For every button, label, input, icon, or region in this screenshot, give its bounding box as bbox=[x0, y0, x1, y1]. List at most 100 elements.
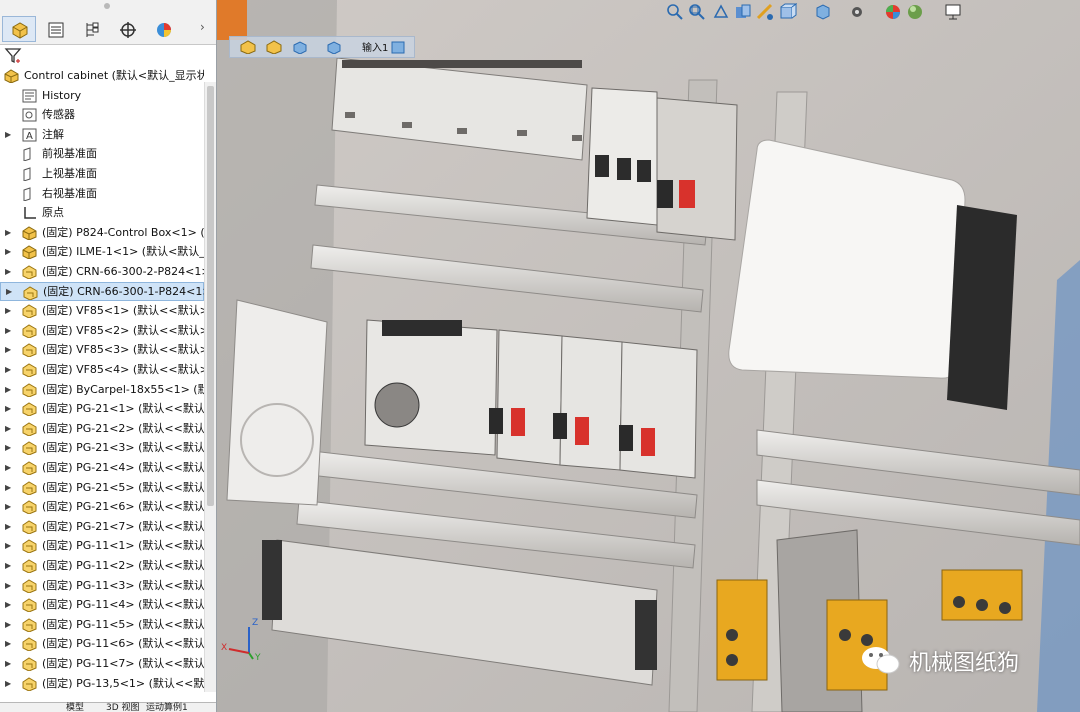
tree-item[interactable]: ▶ (固定) PG-21<6> (默认<<默认> bbox=[0, 497, 204, 517]
edit-appearance-icon[interactable] bbox=[883, 2, 905, 24]
expand-arrow-icon[interactable]: ▶ bbox=[5, 478, 11, 498]
expand-arrow-icon[interactable]: ▶ bbox=[5, 438, 11, 458]
expand-arrow-icon[interactable]: ▶ bbox=[5, 634, 11, 654]
view-settings-icon[interactable] bbox=[943, 2, 965, 24]
expand-arrow-icon[interactable]: ▶ bbox=[5, 458, 11, 478]
expand-arrow-icon[interactable]: ▶ bbox=[6, 283, 12, 301]
tree-item[interactable]: ▶ (固定) VF85<4> (默认<<默认>_ bbox=[0, 360, 204, 380]
expand-arrow-icon[interactable]: ▶ bbox=[5, 321, 11, 341]
expand-arrow-icon[interactable]: ▶ bbox=[5, 576, 11, 596]
tree-item[interactable]: ▶ (固定) ILME-1<1> (默认<默认_显 bbox=[0, 242, 204, 262]
tree-item[interactable]: Control cabinet (默认<默认_显示状 bbox=[0, 66, 204, 86]
tree-item[interactable]: 原点 bbox=[0, 203, 204, 223]
expand-arrow-icon[interactable]: ▶ bbox=[5, 497, 11, 517]
tree-item[interactable]: ▶ (固定) PG-11<7> (默认<<默认> bbox=[0, 654, 204, 674]
display-manager-tab[interactable] bbox=[146, 16, 180, 42]
dimxpert-tab[interactable] bbox=[110, 16, 144, 42]
tree-item[interactable]: History bbox=[0, 86, 204, 106]
tree-item[interactable]: ▶ (固定) PG-21<7> (默认<<默认> bbox=[0, 517, 204, 537]
tabs-more-arrow[interactable]: › bbox=[200, 20, 205, 34]
sketch-icon[interactable] bbox=[390, 40, 406, 54]
expand-arrow-icon[interactable]: ▶ bbox=[5, 595, 11, 615]
tree-item[interactable]: ▶ (固定) PG-11<1> (默认<<默认> bbox=[0, 536, 204, 556]
tree-item[interactable]: 上视基准面 bbox=[0, 164, 204, 184]
part-body-icon[interactable] bbox=[292, 40, 308, 54]
scene-icon[interactable] bbox=[905, 2, 927, 24]
hide-show-icon[interactable] bbox=[847, 2, 869, 24]
expand-arrow-icon[interactable]: ▶ bbox=[5, 654, 11, 674]
tree-item[interactable]: ▶ (固定) PG-21<5> (默认<<默认> bbox=[0, 478, 204, 498]
bottom-tab[interactable]: 运动算例1 bbox=[146, 703, 188, 712]
feature-tree: Control cabinet (默认<默认_显示状 History 传感器 ▶ A 注解… bbox=[0, 66, 204, 712]
tree-item[interactable]: ▶ (固定) PG-21<2> (默认<<默认> bbox=[0, 419, 204, 439]
expand-arrow-icon[interactable]: ▶ bbox=[5, 399, 11, 419]
tree-item[interactable]: ▶ A 注解 bbox=[0, 125, 204, 145]
tree-item[interactable]: ▶ (固定) VF85<2> (默认<<默认>_ bbox=[0, 321, 204, 341]
expand-arrow-icon[interactable]: ▶ bbox=[5, 262, 11, 282]
zoom-to-fit-icon[interactable] bbox=[665, 2, 687, 24]
tree-item[interactable]: ▶ (固定) PG-21<1> (默认<<默认> bbox=[0, 399, 204, 419]
tree-item[interactable]: 前视基准面 bbox=[0, 144, 204, 164]
tree-item[interactable]: 传感器 bbox=[0, 105, 204, 125]
expand-arrow-icon[interactable]: ▶ bbox=[5, 419, 11, 439]
mcb-group bbox=[489, 329, 698, 479]
dynamic-annotation-icon[interactable] bbox=[755, 2, 777, 24]
panel-grip[interactable] bbox=[0, 0, 216, 14]
expand-arrow-icon[interactable]: ▶ bbox=[5, 380, 11, 400]
tree-item[interactable]: 右视基准面 bbox=[0, 184, 204, 204]
display-style-icon[interactable] bbox=[813, 2, 835, 24]
part-icon[interactable] bbox=[266, 40, 282, 54]
expand-arrow-icon[interactable]: ▶ bbox=[5, 301, 11, 321]
bottom-tabs: 模型 3D 视图 运动算例1 bbox=[0, 702, 216, 712]
tree-item[interactable]: ▶ (固定) CRN-66-300-2-P824<1> bbox=[0, 262, 204, 282]
wechat-icon bbox=[862, 647, 900, 674]
tree-item-label: History bbox=[42, 88, 82, 102]
zoom-area-icon[interactable] bbox=[687, 2, 709, 24]
expand-arrow-icon[interactable]: ▶ bbox=[5, 536, 11, 556]
tree-item[interactable]: ▶ (固定) CRN-66-300-1-P824<1> bbox=[0, 281, 204, 302]
tree-item[interactable]: ▶ (固定) PG-11<2> (默认<<默认> bbox=[0, 556, 204, 576]
expand-arrow-icon[interactable]: ▶ bbox=[5, 242, 11, 262]
bottom-tab[interactable]: 3D 视图 bbox=[106, 703, 140, 712]
bottom-tab[interactable]: 模型 bbox=[66, 703, 84, 712]
control-cabinet-model[interactable] bbox=[217, 0, 1080, 712]
breadcrumb-label[interactable]: 输入1 bbox=[362, 39, 388, 54]
tree-item[interactable]: ▶ (固定) PG-11<4> (默认<<默认> bbox=[0, 595, 204, 615]
tree-scrollbar[interactable] bbox=[204, 82, 216, 692]
expand-arrow-icon[interactable]: ▶ bbox=[5, 360, 11, 380]
tree-item[interactable]: ▶ (固定) PG-21<4> (默认<<默认> bbox=[0, 458, 204, 478]
tree-item-label: (固定) PG-11<4> (默认<<默认> bbox=[42, 598, 204, 612]
tree-item[interactable]: ▶ (固定) PG-21<3> (默认<<默认> bbox=[0, 438, 204, 458]
tree-item[interactable]: ▶ (固定) PG-11<5> (默认<<默认> bbox=[0, 615, 204, 635]
graphics-area[interactable]: 输入1 Z X Y 机械图纸狗 bbox=[217, 0, 1080, 712]
tree-item[interactable]: ▶ (固定) P824-Control Box<1> (默 bbox=[0, 223, 204, 243]
feature-icon[interactable] bbox=[326, 40, 342, 54]
tree-item-label: (固定) PG-13,5<1> (默认<<默认 bbox=[42, 676, 204, 690]
feature-manager-tab[interactable] bbox=[2, 16, 36, 42]
property-manager-tab[interactable] bbox=[38, 16, 72, 42]
rcd-test-button bbox=[657, 180, 673, 208]
section-view-icon[interactable] bbox=[733, 2, 755, 24]
previous-view-icon[interactable] bbox=[711, 2, 733, 24]
assembly-icon[interactable] bbox=[240, 40, 256, 54]
expand-arrow-icon[interactable]: ▶ bbox=[5, 556, 11, 576]
duct-end-cap bbox=[635, 600, 657, 670]
expand-arrow-icon[interactable]: ▶ bbox=[5, 125, 11, 145]
expand-arrow-icon[interactable]: ▶ bbox=[5, 615, 11, 635]
tree-item[interactable]: ▶ (固定) PG-11<6> (默认<<默认> bbox=[0, 634, 204, 654]
tree-item[interactable]: ▶ (固定) PG-13,5<1> (默认<<默认 bbox=[0, 674, 204, 694]
scrollbar-thumb[interactable] bbox=[207, 86, 214, 506]
tree-item[interactable]: ▶ (固定) VF85<3> (默认<<默认>_ bbox=[0, 340, 204, 360]
tree-item[interactable]: ▶ (固定) PG-11<3> (默认<<默认> bbox=[0, 576, 204, 596]
configuration-manager-tab[interactable] bbox=[74, 16, 108, 42]
reference-triad: Z X Y bbox=[217, 615, 267, 665]
view-orientation-icon[interactable] bbox=[777, 2, 799, 24]
tree-item[interactable]: ▶ (固定) ByCarpel-18x55<1> (默认 bbox=[0, 380, 204, 400]
filter-icon[interactable] bbox=[4, 46, 24, 66]
expand-arrow-icon[interactable]: ▶ bbox=[5, 340, 11, 360]
expand-arrow-icon[interactable]: ▶ bbox=[5, 223, 11, 243]
tree-item[interactable]: ▶ (固定) VF85<1> (默认<<默认>_ bbox=[0, 301, 204, 321]
expand-arrow-icon[interactable]: ▶ bbox=[5, 674, 11, 694]
expand-arrow-icon[interactable]: ▶ bbox=[5, 517, 11, 537]
tree-item-label: (固定) PG-21<7> (默认<<默认> bbox=[42, 519, 204, 533]
